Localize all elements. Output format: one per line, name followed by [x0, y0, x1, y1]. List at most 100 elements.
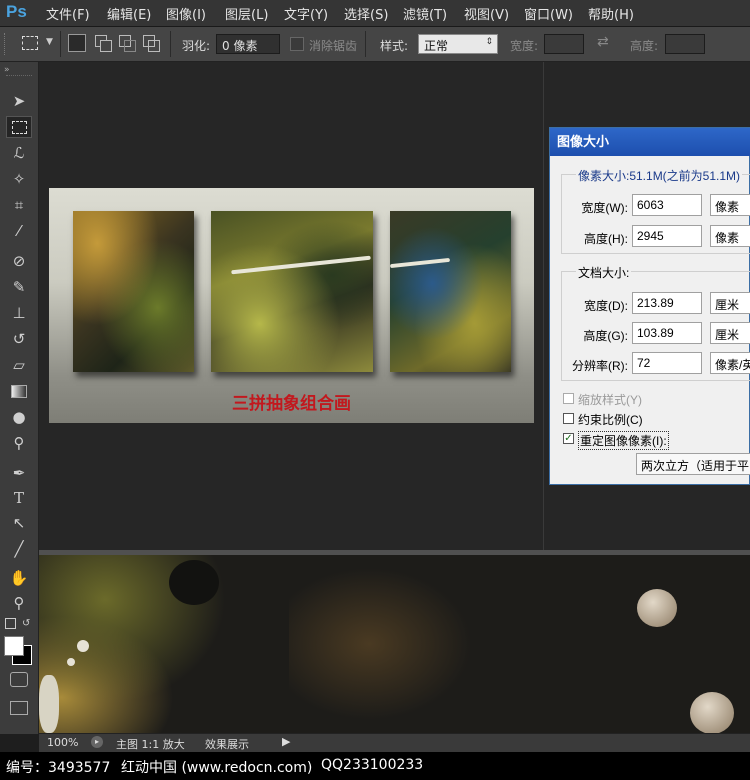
dialog-title[interactable]: 图像大小 [550, 128, 750, 156]
site-credit: 红动中国 (www.redocn.com) [121, 760, 313, 776]
chevron-down-icon[interactable]: ▼ [46, 37, 53, 47]
zoom-tool-icon[interactable]: ⚲ [6, 592, 32, 614]
menu-view[interactable]: 视图(V) [464, 4, 509, 23]
subtract-selection-icon[interactable] [118, 34, 136, 52]
menu-filter[interactable]: 滤镜(T) [403, 4, 447, 23]
eraser-icon[interactable]: ▱ [6, 354, 32, 376]
document-info-icon[interactable]: ▸ [91, 736, 103, 748]
zoom-level[interactable]: 100% [47, 736, 78, 749]
feather-label: 羽化: [182, 39, 211, 53]
collapse-icon[interactable]: » [4, 65, 10, 75]
intersect-selection-icon[interactable] [142, 34, 160, 52]
doc-width-unit-select[interactable]: 厘米 [710, 292, 750, 314]
healing-brush-icon[interactable]: ⊘ [6, 250, 32, 272]
width-unit-select[interactable]: 像素 [710, 194, 750, 216]
path-select-icon[interactable]: ↖ [6, 512, 32, 534]
footer-watermark: 编号：3493577 红动中国 (www.redocn.com) QQ23310… [0, 752, 750, 780]
brush-tool-icon[interactable]: ✎ [6, 276, 32, 298]
pen-tool-icon[interactable]: ✒ [6, 462, 32, 484]
clone-stamp-icon[interactable]: ⊥ [6, 302, 32, 324]
magic-wand-icon[interactable]: ✧ [6, 168, 32, 190]
doc-width-input[interactable]: 213.89 [632, 292, 702, 314]
width-input[interactable]: 6063 [632, 194, 702, 216]
dodge-tool-icon[interactable]: ⚲ [6, 432, 32, 454]
default-colors-icon[interactable] [5, 618, 16, 629]
resample-checkbox[interactable]: ✓ [563, 433, 574, 444]
scale-styles-checkbox[interactable] [563, 393, 574, 404]
artwork-caption: 三拼抽象组合画 [232, 394, 351, 414]
constrain-proportions-label: 约束比例(C) [578, 413, 643, 427]
doc-height-unit-select[interactable]: 厘米 [710, 322, 750, 344]
window-divider [543, 62, 544, 550]
resample-method-select[interactable]: 两次立方（适用于平 [636, 453, 750, 475]
lasso-tool-icon[interactable]: ℒ [6, 142, 32, 164]
menu-window[interactable]: 窗口(W) [524, 4, 573, 23]
history-brush-icon[interactable]: ↺ [6, 328, 32, 350]
foreground-color-swatch[interactable] [4, 636, 24, 656]
antialias-label: 消除锯齿 [309, 39, 358, 53]
height-input[interactable] [665, 34, 705, 54]
style-select[interactable]: 正常 ⇕ [418, 34, 498, 54]
marquee-tool-icon[interactable] [6, 116, 32, 138]
toolbox: » ➤ ℒ ✧ ⌗ ⁄ ⊘ ✎ ⊥ ↺ ▱ ● ⚲ ✒ T ↖ ╱ ✋ ⚲ ↺ [0, 62, 39, 734]
line-tool-icon[interactable]: ╱ [6, 538, 32, 560]
type-tool-icon[interactable]: T [6, 487, 32, 509]
grip-handle [6, 75, 32, 78]
width-input[interactable] [544, 34, 584, 54]
height-input[interactable]: 2945 [632, 225, 702, 247]
effect-label: 效果展示 [205, 738, 249, 751]
quick-mask-icon[interactable] [10, 672, 28, 687]
paint-texture [39, 555, 259, 733]
status-menu-arrow-icon[interactable]: ▶ [282, 735, 290, 748]
menu-edit[interactable]: 编辑(E) [107, 4, 151, 23]
height-unit-select[interactable]: 像素 [710, 225, 750, 247]
eyedropper-icon[interactable]: ⁄ [6, 220, 32, 242]
paint-droplet [637, 589, 677, 627]
resolution-label: 分辨率(R): [572, 359, 628, 373]
menu-help[interactable]: 帮助(H) [588, 4, 634, 23]
feather-input[interactable]: 0 像素 [216, 34, 280, 54]
paint-droplet [67, 658, 75, 666]
paint-droplet [77, 640, 89, 652]
separator [60, 31, 61, 57]
paint-splash [39, 675, 59, 733]
height-label: 高度(H): [584, 232, 628, 246]
screen-mode-icon[interactable] [10, 701, 28, 715]
doc-height-input[interactable]: 103.89 [632, 322, 702, 344]
antialias-checkbox[interactable] [290, 37, 304, 51]
width-label: 宽度: [510, 39, 539, 53]
resolution-input[interactable]: 72 [632, 352, 702, 374]
artwork-panel-left [73, 211, 194, 372]
grip-handle [4, 33, 8, 55]
swap-colors-icon[interactable]: ↺ [22, 618, 30, 629]
menu-image[interactable]: 图像(I) [166, 4, 206, 23]
blur-tool-icon[interactable]: ● [6, 406, 32, 428]
swap-icon[interactable]: ⇄ [597, 34, 609, 50]
resample-label: 重定图像像素(I): [578, 431, 669, 450]
paint-texture [289, 555, 489, 733]
move-tool-icon[interactable]: ➤ [6, 90, 32, 112]
pixel-size-label: 像素大小:51.1M(之前为51.1M) [576, 167, 743, 184]
resolution-unit-select[interactable]: 像素/英 [710, 352, 750, 374]
paint-droplet [690, 692, 734, 733]
menu-select[interactable]: 选择(S) [344, 4, 388, 23]
new-selection-icon[interactable] [68, 34, 86, 52]
separator [365, 31, 366, 57]
menu-bar: Ps 文件(F) 编辑(E) 图像(I) 图层(L) 文字(Y) 选择(S) 滤… [0, 0, 750, 27]
menu-type[interactable]: 文字(Y) [284, 4, 328, 23]
painting-detail-view [39, 555, 750, 733]
gradient-tool-icon[interactable] [6, 380, 32, 402]
item-number: 编号：3493577 [6, 760, 111, 776]
marquee-preset-icon[interactable] [22, 36, 38, 50]
height-label: 高度: [630, 39, 659, 53]
constrain-proportions-checkbox[interactable] [563, 413, 574, 424]
add-selection-icon[interactable] [94, 34, 112, 52]
options-bar: ▼ 羽化: 0 像素 消除锯齿 样式: 正常 ⇕ 宽度: ⇄ 高度: [0, 27, 750, 62]
menu-layer[interactable]: 图层(L) [225, 4, 268, 23]
paint-splash [231, 255, 371, 275]
crop-tool-icon[interactable]: ⌗ [6, 194, 32, 216]
scale-styles-label: 缩放样式(Y) [578, 393, 642, 407]
menu-file[interactable]: 文件(F) [46, 4, 90, 23]
hand-tool-icon[interactable]: ✋ [6, 567, 32, 589]
document-info: 主图 1:1 放大 [116, 738, 185, 751]
